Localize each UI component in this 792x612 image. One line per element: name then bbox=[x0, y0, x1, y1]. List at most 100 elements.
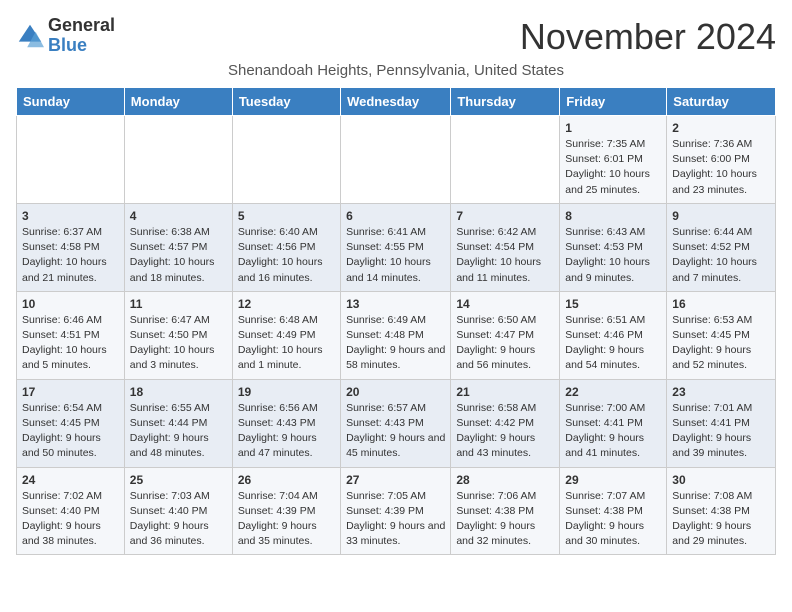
day-number: 14 bbox=[456, 297, 554, 311]
day-cell: 27 Sunrise: 7:05 AM Sunset: 4:39 PM Dayli… bbox=[341, 467, 451, 555]
day-cell: 23 Sunrise: 7:01 AM Sunset: 4:41 PM Dayli… bbox=[667, 379, 776, 467]
day-info: Sunrise: 6:58 AM Sunset: 4:42 PM Dayligh… bbox=[456, 401, 554, 462]
month-title: November 2024 bbox=[520, 16, 776, 58]
header-cell-friday: Friday bbox=[560, 88, 667, 116]
day-cell: 22 Sunrise: 7:00 AM Sunset: 4:41 PM Dayli… bbox=[560, 379, 667, 467]
day-info: Sunrise: 6:51 AM Sunset: 4:46 PM Dayligh… bbox=[565, 313, 661, 374]
day-info: Sunrise: 6:44 AM Sunset: 4:52 PM Dayligh… bbox=[672, 225, 770, 286]
day-number: 28 bbox=[456, 473, 554, 487]
day-number: 22 bbox=[565, 385, 661, 399]
day-number: 6 bbox=[346, 209, 445, 223]
week-row-3: 10Sunrise: 6:46 AM Sunset: 4:51 PM Dayli… bbox=[17, 291, 776, 379]
day-info: Sunrise: 6:53 AM Sunset: 4:45 PM Dayligh… bbox=[672, 313, 770, 374]
day-cell: 5Sunrise: 6:40 AM Sunset: 4:56 PM Daylig… bbox=[232, 203, 340, 291]
day-info: Sunrise: 7:08 AM Sunset: 4:38 PM Dayligh… bbox=[672, 489, 770, 550]
week-row-5: 24 Sunrise: 7:02 AM Sunset: 4:40 PM Dayli… bbox=[17, 467, 776, 555]
day-info: Sunrise: 6:41 AM Sunset: 4:55 PM Dayligh… bbox=[346, 225, 445, 286]
day-info: Sunrise: 7:03 AM Sunset: 4:40 PM Dayligh… bbox=[130, 489, 227, 550]
day-cell: 3 Sunrise: 6:37 AM Sunset: 4:58 PM Daylig… bbox=[17, 203, 125, 291]
day-info: Sunrise: 6:42 AM Sunset: 4:54 PM Dayligh… bbox=[456, 225, 554, 286]
day-number: 30 bbox=[672, 473, 770, 487]
title-area: November 2024 bbox=[520, 16, 776, 58]
day-number: 29 bbox=[565, 473, 661, 487]
day-cell bbox=[17, 116, 125, 204]
day-info: Sunrise: 6:55 AM Sunset: 4:44 PM Dayligh… bbox=[130, 401, 227, 462]
day-number: 24 bbox=[22, 473, 119, 487]
day-cell bbox=[232, 116, 340, 204]
day-cell: 17 Sunrise: 6:54 AM Sunset: 4:45 PM Dayli… bbox=[17, 379, 125, 467]
location-title: Shenandoah Heights, Pennsylvania, United… bbox=[16, 62, 776, 79]
day-cell: 10Sunrise: 6:46 AM Sunset: 4:51 PM Dayli… bbox=[17, 291, 125, 379]
logo-icon bbox=[16, 22, 44, 50]
day-number: 11 bbox=[130, 297, 227, 311]
header-cell-monday: Monday bbox=[124, 88, 232, 116]
day-number: 17 bbox=[22, 385, 119, 399]
day-number: 10 bbox=[22, 297, 119, 311]
day-info: Sunrise: 6:37 AM Sunset: 4:58 PM Dayligh… bbox=[22, 225, 119, 286]
day-number: 20 bbox=[346, 385, 445, 399]
day-cell bbox=[341, 116, 451, 204]
day-info: Sunrise: 6:57 AM Sunset: 4:43 PM Dayligh… bbox=[346, 401, 445, 462]
logo: General Blue bbox=[16, 16, 115, 56]
day-number: 4 bbox=[130, 209, 227, 223]
day-cell: 6 Sunrise: 6:41 AM Sunset: 4:55 PM Daylig… bbox=[341, 203, 451, 291]
calendar-table: SundayMondayTuesdayWednesdayThursdayFrid… bbox=[16, 87, 776, 555]
week-row-4: 17 Sunrise: 6:54 AM Sunset: 4:45 PM Dayli… bbox=[17, 379, 776, 467]
header-row: SundayMondayTuesdayWednesdayThursdayFrid… bbox=[17, 88, 776, 116]
day-cell: 26 Sunrise: 7:04 AM Sunset: 4:39 PM Dayli… bbox=[232, 467, 340, 555]
header-cell-wednesday: Wednesday bbox=[341, 88, 451, 116]
day-cell: 25Sunrise: 7:03 AM Sunset: 4:40 PM Dayli… bbox=[124, 467, 232, 555]
day-cell: 15 Sunrise: 6:51 AM Sunset: 4:46 PM Dayli… bbox=[560, 291, 667, 379]
day-info: Sunrise: 6:48 AM Sunset: 4:49 PM Dayligh… bbox=[238, 313, 335, 374]
day-info: Sunrise: 6:56 AM Sunset: 4:43 PM Dayligh… bbox=[238, 401, 335, 462]
day-number: 9 bbox=[672, 209, 770, 223]
day-cell: 30 Sunrise: 7:08 AM Sunset: 4:38 PM Dayli… bbox=[667, 467, 776, 555]
day-cell: 16 Sunrise: 6:53 AM Sunset: 4:45 PM Dayli… bbox=[667, 291, 776, 379]
day-number: 7 bbox=[456, 209, 554, 223]
day-info: Sunrise: 7:01 AM Sunset: 4:41 PM Dayligh… bbox=[672, 401, 770, 462]
day-info: Sunrise: 7:06 AM Sunset: 4:38 PM Dayligh… bbox=[456, 489, 554, 550]
day-info: Sunrise: 7:36 AM Sunset: 6:00 PM Dayligh… bbox=[672, 137, 770, 198]
day-cell: 20 Sunrise: 6:57 AM Sunset: 4:43 PM Dayli… bbox=[341, 379, 451, 467]
day-number: 15 bbox=[565, 297, 661, 311]
day-number: 16 bbox=[672, 297, 770, 311]
day-cell: 14 Sunrise: 6:50 AM Sunset: 4:47 PM Dayli… bbox=[451, 291, 560, 379]
day-number: 19 bbox=[238, 385, 335, 399]
day-number: 26 bbox=[238, 473, 335, 487]
day-info: Sunrise: 6:49 AM Sunset: 4:48 PM Dayligh… bbox=[346, 313, 445, 374]
day-info: Sunrise: 7:00 AM Sunset: 4:41 PM Dayligh… bbox=[565, 401, 661, 462]
day-info: Sunrise: 6:38 AM Sunset: 4:57 PM Dayligh… bbox=[130, 225, 227, 286]
day-cell: 1 Sunrise: 7:35 AM Sunset: 6:01 PM Daylig… bbox=[560, 116, 667, 204]
day-cell bbox=[451, 116, 560, 204]
day-number: 12 bbox=[238, 297, 335, 311]
day-cell: 4 Sunrise: 6:38 AM Sunset: 4:57 PM Daylig… bbox=[124, 203, 232, 291]
day-info: Sunrise: 6:40 AM Sunset: 4:56 PM Dayligh… bbox=[238, 225, 335, 286]
day-cell: 7 Sunrise: 6:42 AM Sunset: 4:54 PM Daylig… bbox=[451, 203, 560, 291]
day-info: Sunrise: 6:54 AM Sunset: 4:45 PM Dayligh… bbox=[22, 401, 119, 462]
day-number: 23 bbox=[672, 385, 770, 399]
day-cell bbox=[124, 116, 232, 204]
day-info: Sunrise: 6:50 AM Sunset: 4:47 PM Dayligh… bbox=[456, 313, 554, 374]
day-cell: 12 Sunrise: 6:48 AM Sunset: 4:49 PM Dayli… bbox=[232, 291, 340, 379]
day-number: 8 bbox=[565, 209, 661, 223]
day-cell: 29 Sunrise: 7:07 AM Sunset: 4:38 PM Dayli… bbox=[560, 467, 667, 555]
day-info: Sunrise: 7:02 AM Sunset: 4:40 PM Dayligh… bbox=[22, 489, 119, 550]
day-info: Sunrise: 7:35 AM Sunset: 6:01 PM Dayligh… bbox=[565, 137, 661, 198]
header-cell-thursday: Thursday bbox=[451, 88, 560, 116]
day-number: 1 bbox=[565, 121, 661, 135]
day-number: 27 bbox=[346, 473, 445, 487]
week-row-1: 1 Sunrise: 7:35 AM Sunset: 6:01 PM Daylig… bbox=[17, 116, 776, 204]
day-number: 3 bbox=[22, 209, 119, 223]
page-header: General Blue November 2024 bbox=[16, 16, 776, 58]
day-info: Sunrise: 6:43 AM Sunset: 4:53 PM Dayligh… bbox=[565, 225, 661, 286]
day-info: Sunrise: 7:04 AM Sunset: 4:39 PM Dayligh… bbox=[238, 489, 335, 550]
day-cell: 8 Sunrise: 6:43 AM Sunset: 4:53 PM Daylig… bbox=[560, 203, 667, 291]
day-info: Sunrise: 7:05 AM Sunset: 4:39 PM Dayligh… bbox=[346, 489, 445, 550]
header-cell-sunday: Sunday bbox=[17, 88, 125, 116]
week-row-2: 3 Sunrise: 6:37 AM Sunset: 4:58 PM Daylig… bbox=[17, 203, 776, 291]
header-cell-tuesday: Tuesday bbox=[232, 88, 340, 116]
day-info: Sunrise: 7:07 AM Sunset: 4:38 PM Dayligh… bbox=[565, 489, 661, 550]
header-cell-saturday: Saturday bbox=[667, 88, 776, 116]
day-number: 18 bbox=[130, 385, 227, 399]
day-number: 13 bbox=[346, 297, 445, 311]
